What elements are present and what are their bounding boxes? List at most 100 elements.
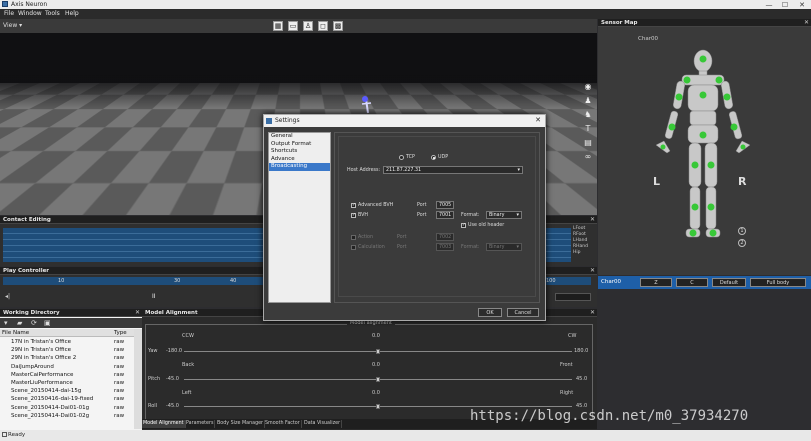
file-row[interactable]: 29N in Tristan's Office raw bbox=[0, 346, 134, 354]
menu-window[interactable]: Window bbox=[18, 10, 42, 17]
nav-broadcasting[interactable]: Broadcasting bbox=[269, 163, 330, 171]
file-row[interactable]: MasterLiuPerformance raw bbox=[0, 379, 134, 387]
file-row[interactable]: Scene_20150414-Dai01-01g raw bbox=[0, 404, 134, 412]
monitor-icon[interactable]: ▭ bbox=[288, 21, 298, 31]
calculation-checkbox[interactable] bbox=[351, 245, 356, 250]
tcp-radio[interactable] bbox=[399, 155, 404, 160]
character-field-z[interactable]: Z bbox=[640, 278, 672, 287]
bvh-format-select[interactable]: Binary ▾ bbox=[486, 211, 522, 219]
close-icon[interactable]: ✕ bbox=[135, 309, 140, 317]
pitch-right-label: Front bbox=[560, 362, 573, 368]
port-label: Port bbox=[417, 203, 427, 208]
calibrate-icon[interactable]: ♞ bbox=[583, 110, 593, 120]
cancel-button[interactable]: Cancel bbox=[507, 308, 539, 317]
column-type[interactable]: Type bbox=[114, 330, 127, 336]
roll-min: -45.0 bbox=[166, 403, 179, 409]
file-name: Scene_20150414-dai-15g bbox=[11, 388, 82, 395]
calculation-format-select[interactable]: Binary ▾ bbox=[486, 243, 522, 251]
udp-radio[interactable] bbox=[431, 155, 436, 160]
character-row-name: Char00 bbox=[601, 279, 621, 285]
panel-title: Sensor Map bbox=[601, 20, 638, 26]
close-icon[interactable]: ✕ bbox=[590, 216, 595, 224]
tab-data-visualizer[interactable]: Data Visualizer bbox=[303, 420, 343, 428]
info-circle-icon[interactable]: 1 bbox=[738, 227, 746, 235]
pitch-axis-label: Pitch bbox=[148, 376, 161, 382]
checker-floor-icon[interactable]: ▦ bbox=[273, 21, 283, 31]
file-row[interactable]: DaiJumpAround raw bbox=[0, 363, 134, 371]
nav-advance[interactable]: Advance bbox=[269, 156, 330, 164]
file-row[interactable]: Scene_20150414-dai-15g raw bbox=[0, 387, 134, 395]
action-label: Action bbox=[358, 235, 374, 240]
save-icon[interactable]: ▣ bbox=[44, 319, 51, 327]
roll-slider-handle[interactable] bbox=[376, 404, 380, 409]
nav-general[interactable]: General bbox=[269, 133, 330, 141]
yaw-slider-handle[interactable] bbox=[376, 349, 380, 354]
pitch-left-label: Back bbox=[182, 362, 195, 368]
record-icon[interactable]: ◉ bbox=[583, 82, 593, 92]
body-select[interactable]: Full body bbox=[750, 278, 806, 287]
settings-dialog: Settings ✕ General Output Format Shortcu… bbox=[263, 114, 546, 321]
file-row[interactable]: 29N in Tristan's Office 2 raw bbox=[0, 354, 134, 362]
box-icon[interactable]: ◻ bbox=[318, 21, 328, 31]
t-pose-icon[interactable]: T bbox=[583, 124, 593, 134]
pitch-min: -45.0 bbox=[166, 376, 179, 382]
film-icon[interactable]: ▤ bbox=[583, 138, 593, 148]
menu-tools[interactable]: Tools bbox=[45, 10, 60, 17]
close-icon[interactable]: ✕ bbox=[590, 267, 595, 275]
port-label: Port bbox=[397, 235, 407, 240]
menu-file[interactable]: File bbox=[4, 10, 14, 17]
calculation-port-input[interactable]: 7003 bbox=[436, 243, 454, 251]
open-folder-icon[interactable]: ▰ bbox=[17, 319, 22, 327]
bvh-port-input[interactable]: 7001 bbox=[436, 211, 454, 219]
figure-icon[interactable]: ♙ bbox=[303, 21, 313, 31]
file-name: DaiJumpAround bbox=[11, 363, 54, 370]
character-field-c[interactable]: C bbox=[676, 278, 708, 287]
view-dropdown[interactable]: View ▾ bbox=[3, 22, 22, 29]
close-icon[interactable]: ✕ bbox=[590, 309, 595, 317]
tab-body-size-manager[interactable]: Body Size Manager bbox=[216, 420, 266, 428]
link-icon[interactable]: ∞ bbox=[583, 152, 593, 162]
frame-input[interactable] bbox=[555, 293, 591, 301]
pitch-slider-handle[interactable] bbox=[376, 377, 380, 382]
old-header-checkbox[interactable]: ✓ bbox=[461, 223, 466, 228]
advanced-bvh-port-input[interactable]: 7005 bbox=[436, 201, 454, 209]
close-icon[interactable]: ✕ bbox=[804, 19, 809, 27]
bvh-checkbox[interactable]: ✓ bbox=[351, 213, 356, 218]
file-row[interactable]: Scene_20150414-Dai01-02g raw bbox=[0, 412, 134, 420]
tab-model-alignment[interactable]: Model Alignment bbox=[142, 420, 186, 428]
close-window-button[interactable]: ✕ bbox=[797, 1, 807, 9]
tab-smooth-factor[interactable]: Smooth Factor bbox=[264, 420, 302, 428]
refresh-icon[interactable]: ⟳ bbox=[31, 319, 37, 327]
pause-button[interactable]: II bbox=[152, 293, 156, 300]
file-list-scrollbar[interactable] bbox=[134, 329, 142, 429]
app-icon bbox=[2, 1, 8, 7]
grid-icon[interactable]: ▩ bbox=[333, 21, 343, 31]
file-row[interactable]: Scene_20150416-dai-19-fixed raw bbox=[0, 395, 134, 403]
yaw-right-label: CW bbox=[568, 333, 577, 339]
minimize-button[interactable]: — bbox=[764, 1, 774, 9]
info-circle-icon[interactable]: 2 bbox=[738, 239, 746, 247]
file-type: raw bbox=[114, 339, 125, 345]
dialog-close-button[interactable]: ✕ bbox=[535, 116, 541, 124]
character-row[interactable]: Char00 Z C Default Full body bbox=[598, 276, 811, 289]
nav-output-format[interactable]: Output Format bbox=[269, 141, 330, 149]
pose-icon[interactable]: ♟ bbox=[583, 96, 593, 106]
host-address-input[interactable]: 211.87.227.31 ▾ bbox=[383, 166, 523, 174]
ok-button[interactable]: OK bbox=[478, 308, 502, 317]
action-checkbox[interactable] bbox=[351, 235, 356, 240]
file-row[interactable]: 17N in Tristan's Office raw bbox=[0, 338, 134, 346]
tab-parameters[interactable]: Parameters bbox=[185, 420, 216, 428]
dialog-title-bar: Settings ✕ bbox=[264, 115, 545, 127]
skip-start-icon[interactable]: ◂| bbox=[5, 293, 10, 300]
nav-shortcuts[interactable]: Shortcuts bbox=[269, 148, 330, 156]
profile-select[interactable]: Default bbox=[712, 278, 746, 287]
maximize-button[interactable]: ☐ bbox=[780, 1, 790, 9]
chevron-down-icon: ▾ bbox=[516, 244, 519, 250]
action-port-input[interactable]: 7002 bbox=[436, 233, 454, 241]
advanced-bvh-checkbox[interactable]: ✓ bbox=[351, 203, 356, 208]
file-row[interactable]: MasterCaiPerformance raw bbox=[0, 371, 134, 379]
filter-icon[interactable]: ▾ bbox=[4, 319, 8, 327]
menu-help[interactable]: Help bbox=[65, 10, 79, 17]
right-side-label: R bbox=[738, 175, 747, 188]
column-file-name[interactable]: File Name bbox=[2, 330, 29, 336]
